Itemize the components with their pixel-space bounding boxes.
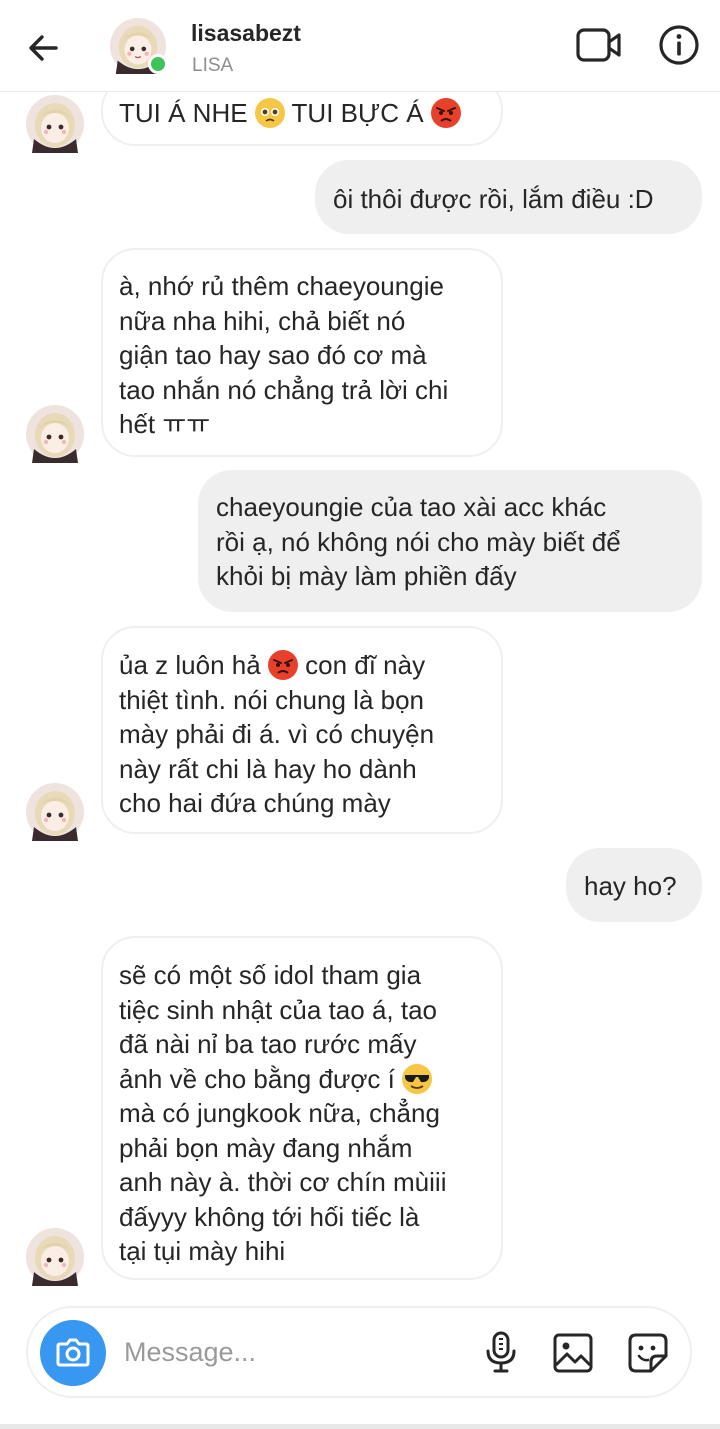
message-text: ủa z luôn hả (119, 650, 268, 680)
avatar-image (26, 405, 84, 463)
message-bubble-incoming[interactable]: sẽ có một số idol tham gia tiệc sinh nhậ… (101, 936, 503, 1280)
message-text: chaeyoungie của tao xài acc khác rồi ạ, … (216, 492, 621, 591)
avatar-image (26, 95, 84, 153)
message-text: hay ho? (584, 871, 677, 901)
header-avatar[interactable] (110, 18, 168, 74)
info-icon[interactable] (656, 22, 702, 68)
chat-screen: lisasabezt LISA TUI Á NHE TUI BỰC Á ôi t… (0, 0, 720, 1429)
chat-display-name: LISA (192, 55, 234, 76)
message-text: TUI Á NHE (119, 98, 255, 128)
angry-face-emoji-icon (430, 98, 461, 128)
message-text: TUI BỰC Á (284, 98, 431, 128)
avatar-image (26, 783, 84, 841)
message-bubble-outgoing[interactable]: hay ho? (566, 848, 702, 922)
angry-face-emoji-icon (267, 650, 298, 680)
camera-icon[interactable] (40, 1320, 106, 1386)
sticker-icon[interactable] (626, 1332, 670, 1374)
chat-header: lisasabezt LISA (0, 0, 720, 92)
pleading-face-emoji-icon (254, 98, 285, 128)
message-text: mà có jungkook nữa, chẳng phải bọn mày đ… (119, 1098, 447, 1266)
message-bubble-outgoing[interactable]: ôi thôi được rồi, lắm điều :D (315, 160, 702, 234)
message-composer (26, 1306, 692, 1398)
message-bubble-incoming[interactable]: ủa z luôn hả con đĩ này thiệt tình. nói … (101, 626, 503, 834)
online-status-dot (148, 54, 168, 74)
sender-avatar[interactable] (26, 405, 84, 463)
sender-avatar[interactable] (26, 95, 84, 153)
message-text: sẽ có một số idol tham gia tiệc sinh nhậ… (119, 960, 437, 1094)
image-gallery-icon[interactable] (552, 1332, 594, 1374)
avatar-image (26, 1228, 84, 1286)
message-text: ôi thôi được rồi, lắm điều :D (333, 184, 654, 214)
microphone-icon[interactable] (484, 1330, 518, 1374)
sunglasses-face-emoji-icon (402, 1063, 433, 1094)
back-arrow-icon[interactable] (24, 28, 64, 68)
bottom-divider (0, 1424, 720, 1429)
message-bubble-incoming[interactable]: à, nhớ rủ thêm chaeyoungie nữa nha hihi,… (101, 248, 503, 457)
chat-username[interactable]: lisasabezt (191, 20, 301, 47)
video-camera-icon[interactable] (574, 22, 624, 68)
message-text: à, nhớ rủ thêm chaeyoungie nữa nha hihi,… (119, 271, 449, 439)
message-input[interactable] (124, 1332, 454, 1372)
sender-avatar[interactable] (26, 783, 84, 841)
sender-avatar[interactable] (26, 1228, 84, 1286)
message-bubble-outgoing[interactable]: chaeyoungie của tao xài acc khác rồi ạ, … (198, 470, 702, 612)
